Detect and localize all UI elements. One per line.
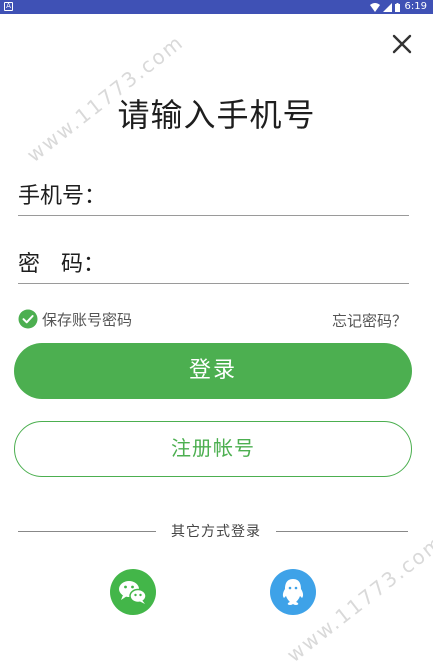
page-title: 请输入手机号 xyxy=(117,96,316,134)
register-button[interactable]: 注册帐号 xyxy=(14,421,412,477)
phone-input[interactable] xyxy=(110,176,405,214)
qq-icon xyxy=(282,579,304,605)
password-input[interactable] xyxy=(110,244,405,282)
status-bar: A 6:19 xyxy=(0,0,433,14)
status-icons: 6:19 xyxy=(369,0,427,14)
divider-line-right xyxy=(276,531,408,532)
password-label: 密 码： xyxy=(18,252,105,277)
notification-icon: A xyxy=(4,2,13,11)
login-button[interactable]: 登录 xyxy=(14,343,412,399)
other-login-label: 其它方式登录 xyxy=(171,524,261,540)
signal-icon xyxy=(382,2,392,12)
checkmark-icon xyxy=(18,309,38,329)
wechat-login-button[interactable] xyxy=(110,569,156,615)
close-button[interactable] xyxy=(388,30,416,58)
divider-line-left xyxy=(18,531,156,532)
wechat-icon xyxy=(119,581,147,604)
password-field[interactable]: 密 码： xyxy=(18,244,409,284)
phone-field[interactable]: 手机号： xyxy=(18,176,409,216)
forgot-password-link[interactable]: 忘记密码？ xyxy=(332,310,407,331)
qq-login-button[interactable] xyxy=(270,569,316,615)
status-time: 6:19 xyxy=(404,1,427,12)
remember-password-label: 保存账号密码 xyxy=(42,310,133,329)
phone-label: 手机号： xyxy=(18,184,107,209)
wifi-icon xyxy=(369,2,380,12)
close-icon xyxy=(392,34,412,54)
remember-password-checkbox[interactable]: 保存账号密码 xyxy=(18,308,132,330)
battery-icon xyxy=(394,2,400,12)
